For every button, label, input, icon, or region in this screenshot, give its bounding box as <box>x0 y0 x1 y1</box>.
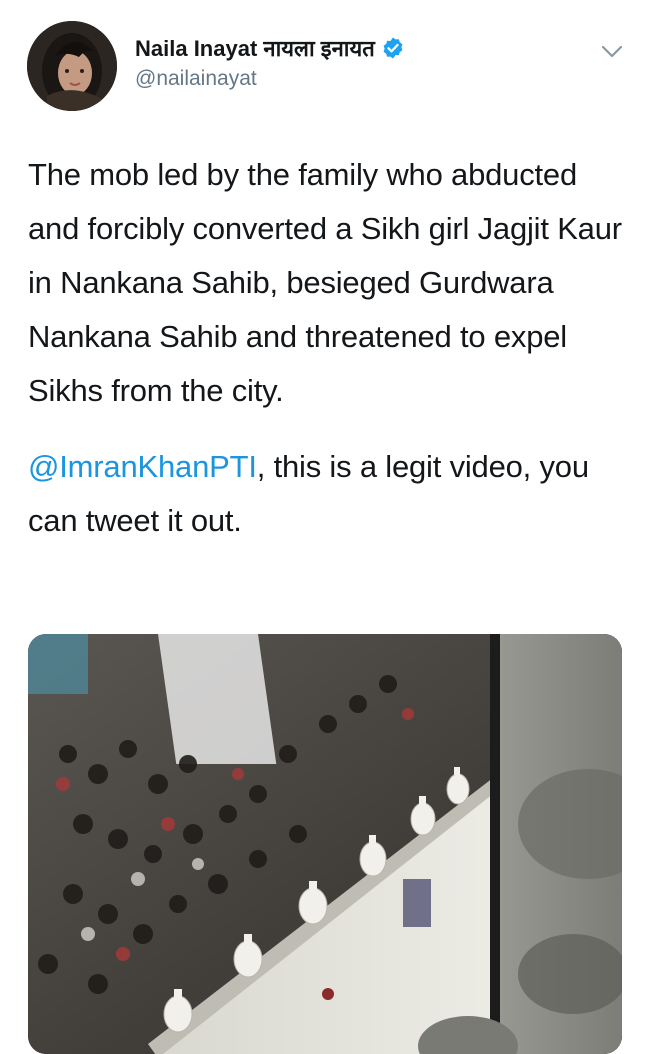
verified-badge-icon <box>383 37 403 59</box>
video-still <box>28 634 622 1054</box>
author-handle[interactable]: @nailainayat <box>135 67 257 91</box>
author-name-row[interactable]: Naila Inayat नायला इनायत <box>135 33 405 63</box>
author-avatar[interactable] <box>27 21 117 111</box>
tweet-paragraph-2: @ImranKhanPTI, this is a legit video, yo… <box>28 440 628 548</box>
author-display-name[interactable]: Naila Inayat नायला इनायत <box>135 33 375 63</box>
tweet-paragraph-1: The mob led by the family who abducted a… <box>28 157 622 408</box>
avatar-photo <box>27 21 117 111</box>
tweet-body: The mob led by the family who abducted a… <box>28 148 628 548</box>
mention-link[interactable]: @ImranKhanPTI <box>28 449 257 484</box>
tweet-video[interactable] <box>28 634 622 1054</box>
chevron-down-icon[interactable] <box>598 40 626 62</box>
